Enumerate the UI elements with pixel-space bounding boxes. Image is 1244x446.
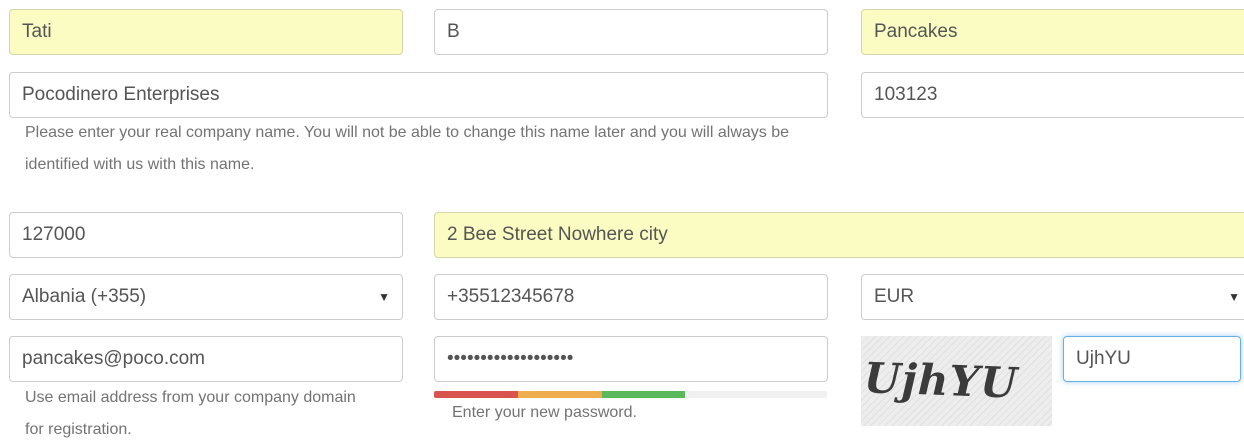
email-value: pancakes@poco.com	[22, 348, 205, 369]
chevron-down-icon: ▼	[378, 290, 390, 304]
address-field[interactable]: 2 Bee Street Nowhere city	[434, 212, 1244, 258]
last-name-field[interactable]: Pancakes	[861, 9, 1244, 55]
postal-code-value: 127000	[22, 224, 86, 245]
address-value: 2 Bee Street Nowhere city	[447, 224, 668, 245]
currency-select[interactable]: EUR ▼	[861, 274, 1244, 320]
company-id-value: 103123	[874, 84, 938, 105]
company-name-help: Please enter your real company name. You…	[25, 124, 790, 173]
phone-field[interactable]: +35512345678	[434, 274, 828, 320]
company-name-value: Pocodinero Enterprises	[22, 84, 220, 105]
password-help: Enter your new password.	[452, 404, 637, 421]
captcha-value: UjhYU	[1076, 348, 1131, 369]
phone-value: +35512345678	[447, 286, 575, 307]
captcha-image-text: UjhYU	[863, 353, 1019, 408]
country-value: Albania (+355)	[22, 286, 147, 307]
email-help: Use email address from your company doma…	[25, 389, 356, 438]
middle-name-field[interactable]: B	[434, 9, 828, 55]
company-name-field[interactable]: Pocodinero Enterprises	[9, 72, 828, 118]
currency-value: EUR	[874, 286, 915, 307]
password-field[interactable]: •••••••••••••••••••	[434, 336, 828, 382]
captcha-input[interactable]: UjhYU	[1063, 336, 1241, 382]
company-id-field[interactable]: 103123	[861, 72, 1244, 118]
email-field[interactable]: pancakes@poco.com	[9, 336, 403, 382]
first-name-value: Tati	[22, 21, 52, 42]
middle-name-value: B	[447, 21, 460, 42]
password-value: •••••••••••••••••••	[447, 348, 574, 369]
postal-code-field[interactable]: 127000	[9, 212, 403, 258]
chevron-down-icon: ▼	[1228, 290, 1240, 304]
first-name-field[interactable]: Tati	[9, 9, 403, 55]
captcha-image: UjhYU	[861, 336, 1052, 426]
last-name-value: Pancakes	[874, 21, 958, 42]
country-select[interactable]: Albania (+355) ▼	[9, 274, 403, 320]
